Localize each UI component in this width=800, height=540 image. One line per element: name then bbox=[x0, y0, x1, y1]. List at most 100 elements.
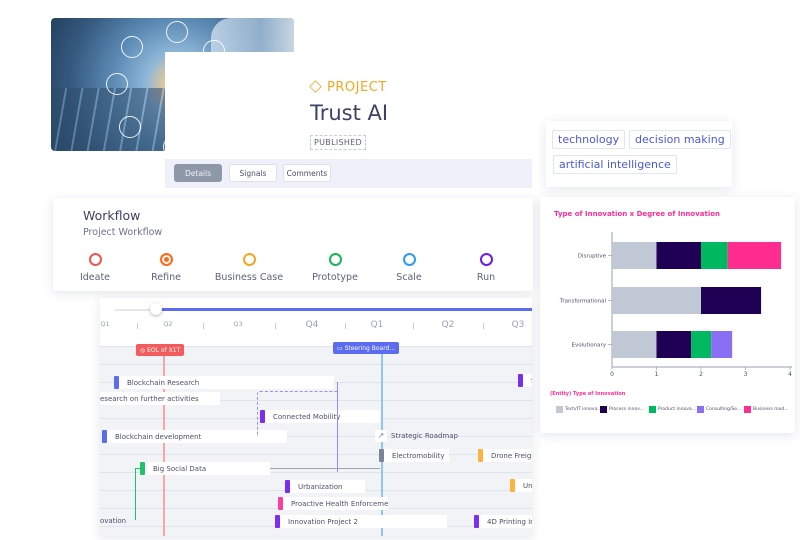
stage-scale-icon[interactable] bbox=[402, 253, 416, 266]
stage-scale-label[interactable]: Scale bbox=[396, 272, 422, 283]
stage-ideate-icon[interactable] bbox=[88, 253, 102, 266]
legend-swatch bbox=[600, 406, 607, 413]
item-color-handle[interactable] bbox=[510, 479, 515, 492]
timeline-item-proactive-health-enforcement[interactable]: Proactive Health Enforcement bbox=[278, 497, 388, 510]
legend-label: Consulting/Se... bbox=[706, 407, 742, 412]
item-color-handle[interactable] bbox=[278, 497, 283, 510]
stage-refine-label[interactable]: Refine bbox=[151, 272, 181, 283]
item-color-handle[interactable] bbox=[379, 449, 384, 462]
tag-decision-making[interactable]: decision making bbox=[629, 130, 731, 149]
timeline-item-big-social-data[interactable]: Big Social Data bbox=[140, 462, 270, 475]
y-tick-label: Transformational bbox=[559, 299, 607, 305]
quarter-tick bbox=[344, 323, 346, 329]
legend-swatch bbox=[649, 406, 656, 413]
timeline-item-label: esearch on further activities bbox=[100, 394, 199, 403]
bar-disruptive-process-innov- bbox=[656, 242, 701, 269]
timeline-item-innovation-project-2[interactable]: Innovation Project 2 bbox=[275, 515, 447, 528]
roadmap-timeline: Q1 Q2 Q3 Q4 Q1 Q2 Q3 ◎ EOL of X1T ▭ Steering Bo… bbox=[100, 298, 532, 536]
legend-label: Business mod... bbox=[753, 407, 789, 412]
timeline-item-blockchain-research[interactable]: Blockchain Research bbox=[114, 376, 334, 389]
item-color-handle[interactable] bbox=[478, 449, 483, 462]
gear-icon bbox=[166, 21, 188, 43]
tab-comments[interactable]: Comments bbox=[283, 164, 331, 182]
stage-prototype-label[interactable]: Prototype bbox=[312, 272, 358, 283]
stage-business-case-label[interactable]: Business Case bbox=[215, 272, 283, 283]
timeline-item-label: Big Social Data bbox=[153, 464, 207, 473]
quarter-label: Q2 bbox=[441, 320, 455, 330]
timeline-item-unm[interactable]: Unm bbox=[510, 479, 532, 492]
quarter-tick bbox=[136, 323, 138, 329]
dependency-connector bbox=[257, 391, 337, 436]
quarter-label: Q2 bbox=[163, 320, 173, 328]
legend-swatch bbox=[744, 406, 751, 413]
bar-disruptive-tech-it-innova- bbox=[612, 242, 657, 269]
legend-swatch bbox=[697, 406, 704, 413]
legend-item[interactable]: Process innov... bbox=[600, 406, 644, 413]
quarter-label: Q4 bbox=[305, 320, 319, 330]
dependency-connector bbox=[135, 468, 141, 520]
x-tick-label: 0 bbox=[610, 371, 614, 378]
stage-refine-icon[interactable] bbox=[159, 253, 173, 266]
timeline-item-label: Blockchain development bbox=[115, 432, 202, 441]
item-color-handle[interactable] bbox=[114, 376, 119, 389]
bar-evolutionary-tech-it-innova- bbox=[612, 331, 657, 358]
item-color-handle[interactable] bbox=[518, 374, 523, 387]
timeline-item-label: Proactive Health Enforcement bbox=[291, 499, 388, 508]
timeline-item-sc[interactable]: Sc bbox=[518, 374, 532, 387]
legend-item[interactable]: Product innova... bbox=[649, 406, 696, 413]
phone-icon bbox=[106, 73, 128, 95]
timeline-item-label: 4D Printing in m bbox=[487, 517, 532, 526]
item-color-handle[interactable] bbox=[102, 430, 107, 443]
quarter-label: Q3 bbox=[233, 320, 243, 328]
tab-details[interactable]: Details bbox=[174, 164, 222, 182]
tab-signals[interactable]: Signals bbox=[229, 164, 277, 182]
workflow-title: Workflow bbox=[83, 208, 141, 223]
tag-technology[interactable]: technology bbox=[552, 130, 626, 149]
timeline-item-drone-freight-d[interactable]: Drone Freight D bbox=[478, 449, 532, 462]
milestone-eol[interactable]: ◎ EOL of X1T bbox=[136, 344, 185, 356]
legend-title: (Entity) Type of Innovation bbox=[550, 391, 626, 397]
lightbulb-icon bbox=[119, 116, 141, 138]
quarter-label: Q1 bbox=[370, 320, 384, 330]
quarter-label: Q1 bbox=[100, 320, 110, 328]
quarter-tick bbox=[275, 323, 276, 329]
tag-artificial-intelligence[interactable]: artificial intelligence bbox=[553, 155, 677, 174]
quarter-label: Q3 bbox=[511, 320, 525, 330]
timeline-item-esearch-on-further-activities[interactable]: esearch on further activities bbox=[100, 392, 220, 405]
item-color-handle[interactable] bbox=[474, 515, 479, 528]
stage-run-icon[interactable] bbox=[479, 253, 493, 266]
bar-evolutionary-product-innova- bbox=[691, 331, 712, 358]
network-icon bbox=[121, 36, 143, 58]
milestone-steering-board[interactable]: ▭ Steering Board... bbox=[333, 342, 400, 354]
timeline-item-urbanization[interactable]: Urbanization bbox=[285, 480, 365, 493]
bar-disruptive-product-innova- bbox=[701, 242, 728, 269]
project-type-label: PROJECT bbox=[309, 80, 387, 95]
legend-item[interactable]: Business mod... bbox=[744, 406, 789, 413]
timeline-item-label: Innovation Project 2 bbox=[288, 517, 358, 526]
legend-item[interactable]: Consulting/Se... bbox=[697, 406, 741, 413]
legend-label: Process innov... bbox=[609, 407, 644, 412]
timeline-item-electromobility[interactable]: Electromobility bbox=[379, 449, 449, 462]
innovation-bar-chart: Disruptive Transformational Evolutionary 0 1… bbox=[559, 232, 792, 378]
timeline-range-handle[interactable] bbox=[150, 303, 162, 315]
x-tick-label: 2 bbox=[699, 371, 703, 378]
y-tick-label: Evolutionary bbox=[571, 343, 606, 349]
timeline-item-label: ovation bbox=[100, 516, 127, 525]
timeline-item-ovation[interactable]: ovation bbox=[100, 514, 140, 527]
item-color-handle[interactable] bbox=[275, 515, 280, 528]
legend-item[interactable]: Tech/IT innova... bbox=[556, 406, 602, 413]
cube-icon bbox=[309, 80, 322, 93]
stage-ideate-label[interactable]: Ideate bbox=[80, 272, 110, 283]
bar-evolutionary-process-innov- bbox=[656, 331, 692, 358]
timeline-item-4d-printing-in-m[interactable]: 4D Printing in m bbox=[474, 515, 532, 528]
legend-swatch bbox=[556, 406, 563, 413]
timeline-item-strategic-roadmap[interactable]: ↗ Strategic Roadmap bbox=[375, 429, 465, 442]
timeline-item-label: Blockchain Research bbox=[127, 378, 200, 387]
stage-business-case-icon[interactable] bbox=[242, 253, 256, 266]
timeline-range-fill bbox=[158, 308, 532, 311]
stage-run-label[interactable]: Run bbox=[477, 272, 495, 283]
item-color-handle[interactable] bbox=[285, 480, 290, 493]
x-tick-label: 3 bbox=[744, 371, 748, 378]
stage-prototype-icon[interactable] bbox=[328, 253, 342, 266]
dependency-connector bbox=[337, 382, 342, 472]
